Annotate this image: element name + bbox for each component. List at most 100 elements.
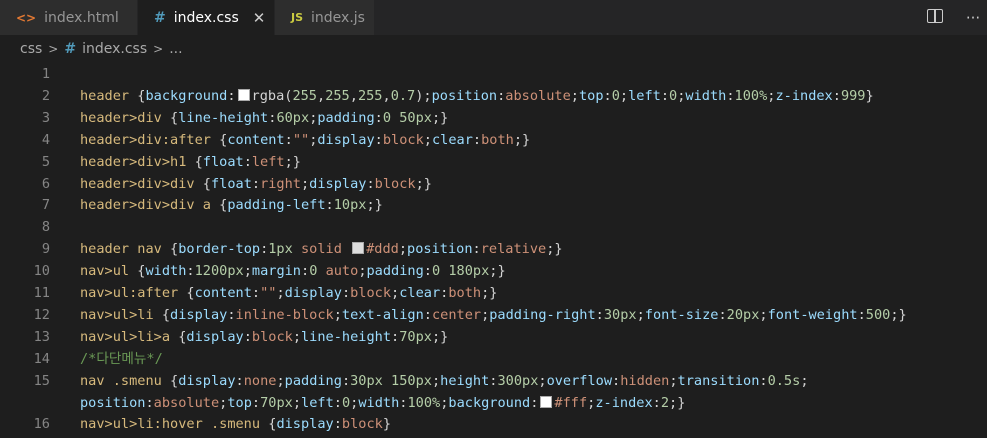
code-token: 0 (669, 87, 678, 104)
code-line[interactable]: 7 header>div>div a {padding-left:10px;} (0, 194, 987, 216)
code-token: 70px (399, 328, 432, 345)
code-token: 0 (309, 263, 326, 280)
close-icon[interactable]: ✕ (253, 9, 266, 27)
code-token: font-size (644, 306, 719, 323)
color-swatch-icon[interactable] (237, 88, 250, 101)
breadcrumb-file[interactable]: index.css (82, 41, 147, 57)
code-line[interactable]: 4 header>div:after {content:"";display:bl… (0, 129, 987, 151)
code-token: : (726, 87, 735, 104)
code-token: ; (292, 394, 302, 411)
split-editor-button[interactable] (925, 8, 945, 27)
color-swatch-icon[interactable] (540, 395, 553, 408)
code-text: /*다단메뉴*/ (80, 348, 163, 370)
line-number: 2 (41, 87, 50, 104)
code-token: { (170, 241, 179, 258)
code-line[interactable]: 14 /*다단메뉴*/ (0, 348, 987, 370)
code-token: block (350, 285, 392, 301)
code-token: ; (570, 87, 579, 104)
code-token: { (202, 175, 211, 192)
code-token: header nav (80, 241, 171, 258)
code-line[interactable]: 6 header>div>div {float:right;display:blo… (0, 173, 987, 195)
code-token: : (366, 175, 375, 192)
code-line[interactable]: 11 nav>ul:after {content:"";display:block… (0, 282, 987, 304)
code-token: left (628, 87, 661, 104)
breadcrumb-symbol[interactable]: ... (169, 41, 182, 57)
editor-tab-bar: <> index.html # index.css ✕ JS index.js … (0, 0, 987, 35)
code-token: { (170, 372, 179, 389)
more-actions-icon[interactable]: ··· (963, 9, 983, 27)
color-swatch-icon[interactable] (352, 242, 365, 255)
line-number: 4 (41, 131, 50, 148)
code-token: inline-block (235, 306, 334, 323)
code-token: : (333, 394, 342, 411)
code-line[interactable]: 1 (0, 63, 987, 85)
code-token: rgba( (251, 87, 293, 104)
code-token: height (440, 372, 490, 389)
code-token: display (309, 175, 367, 192)
tab-index-html[interactable]: <> index.html (0, 0, 138, 35)
code-token: 1px (268, 241, 301, 258)
code-line[interactable]: 2 header {background: rgba(255,255,255,0.7… (0, 85, 987, 107)
code-token: : (391, 328, 400, 345)
line-number: 5 (41, 153, 50, 170)
code-line[interactable]: 8 (0, 216, 987, 238)
code-text: nav>ul>li:hover .smenu {display:block} (80, 413, 391, 435)
code-token: header>div>div (80, 175, 203, 192)
code-text: header>div>h1 {float:left;} (80, 151, 301, 173)
code-token: : (423, 263, 432, 280)
breadcrumb-folder[interactable]: css (20, 41, 42, 57)
code-text: header nav {border-top: 1px solid #ddd;po… (80, 238, 563, 260)
code-line[interactable]: position:absolute;top:70px;left:0;width:… (0, 392, 987, 414)
line-number: 13 (33, 328, 50, 345)
code-token: absolute (153, 394, 220, 411)
code-token: clear (399, 285, 441, 301)
code-token: width (685, 87, 727, 104)
code-token: 70px (260, 394, 293, 411)
code-line[interactable]: 9 header nav {border-top: 1px solid #ddd;p… (0, 238, 987, 260)
code-token: block (341, 416, 383, 433)
code-line[interactable]: 10 nav>ul {width:1200px;margin:0 auto;pad… (0, 260, 987, 282)
code-token: right (260, 175, 301, 192)
code-token: float (202, 153, 244, 170)
code-line[interactable]: 3 header>div {line-height:60px;padding:0 … (0, 107, 987, 129)
code-token: 999 (840, 87, 866, 104)
code-line[interactable]: 16 nav>ul>li:hover .smenu {display:block} (0, 413, 987, 435)
code-token: header>div>h1 (80, 153, 195, 170)
code-token: center (431, 306, 482, 323)
line-number: 15 (33, 372, 50, 389)
code-token: : (341, 285, 351, 301)
code-token: nav>ul (80, 263, 138, 280)
line-number: 9 (41, 241, 50, 258)
code-token: : (832, 87, 841, 104)
code-token: ;} (284, 153, 301, 170)
line-number: 8 (41, 219, 50, 236)
code-line[interactable]: 5 header>div>h1 {float:left;} (0, 151, 987, 173)
code-token: : (251, 175, 261, 192)
code-token: : (325, 197, 334, 214)
tab-index-css[interactable]: # index.css ✕ (138, 0, 275, 35)
code-token: both (448, 285, 482, 301)
code-editor[interactable]: 1 2 header {background: rgba(255,255,255,0.… (0, 63, 987, 438)
code-token: : (145, 394, 154, 411)
code-token: 300px (497, 372, 539, 389)
code-token: clear (431, 131, 473, 148)
code-text: header>div>div {float:right;display:bloc… (80, 173, 432, 195)
code-token: ; (358, 263, 367, 280)
code-line[interactable]: 15 nav .smenu {display:none;padding:30px … (0, 370, 987, 392)
code-token: } (865, 87, 874, 104)
code-token: ; (276, 285, 285, 301)
code-line[interactable]: 12 nav>ul>li {display:inline-block;text-a… (0, 304, 987, 326)
code-token: 1200px (194, 263, 244, 280)
code-token: top (227, 394, 252, 411)
js-file-icon: JS (291, 11, 304, 24)
tab-index-js[interactable]: JS index.js (275, 0, 375, 35)
code-token: block (251, 328, 293, 345)
code-token: padding-left (227, 197, 326, 214)
code-line[interactable]: 13 nav>ul>li>a {display:block;line-height… (0, 326, 987, 348)
code-token: 100% (407, 394, 441, 411)
code-token: { (161, 306, 171, 323)
code-token: : (243, 153, 252, 170)
code-token: 20px (726, 306, 760, 323)
line-number: 1 (41, 66, 50, 82)
code-token: z-index (595, 394, 653, 411)
